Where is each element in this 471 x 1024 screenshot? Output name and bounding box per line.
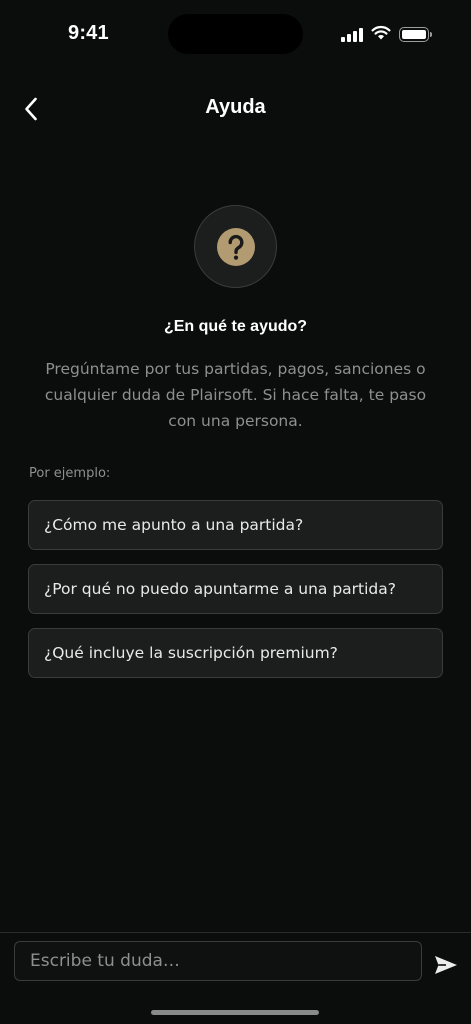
example-questions: ¿Cómo me apunto a una partida? ¿Por qué … [28,500,443,692]
example-question-chip[interactable]: ¿Cómo me apunto a una partida? [28,500,443,550]
battery-icon [399,27,432,42]
help-screen: 9:41 Ayuda ¿En qué te ayudo? Pregúntame … [0,0,471,1024]
message-composer [0,932,471,1024]
navigation-bar: Ayuda [0,88,471,130]
question-mark-icon [216,227,255,266]
send-button[interactable] [432,951,460,979]
status-icons [341,25,432,44]
dynamic-island [168,14,303,54]
signal-icon [341,27,363,42]
home-indicator [151,1010,319,1015]
help-headline: ¿En qué te ayudo? [163,318,308,335]
status-time: 9:41 [68,22,109,44]
status-bar: 9:41 [0,0,471,70]
question-input[interactable] [14,941,422,981]
help-badge [194,205,277,288]
send-icon [435,956,457,974]
battery-level [402,30,426,39]
help-description: Pregúntame por tus partidas, pagos, sanc… [44,360,427,430]
wifi-icon [371,25,391,44]
example-question-chip[interactable]: ¿Qué incluye la suscripción premium? [28,628,443,678]
example-question-chip[interactable]: ¿Por qué no puedo apuntarme a una partid… [28,564,443,614]
page-title: Ayuda [205,96,266,118]
examples-label: Por ejemplo: [29,466,111,481]
